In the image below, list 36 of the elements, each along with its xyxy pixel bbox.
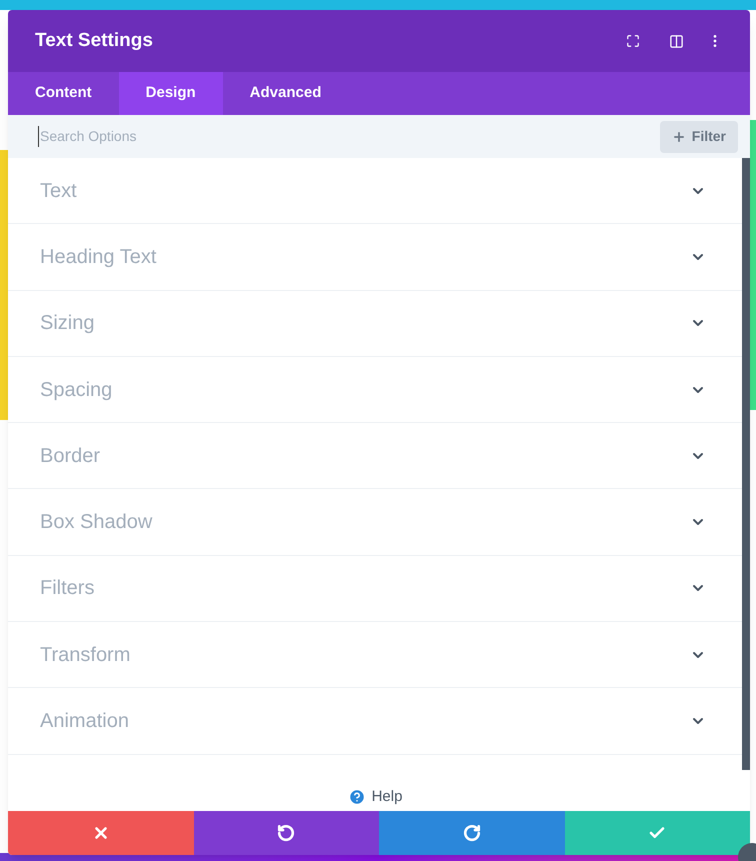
section-header[interactable]: Sizing xyxy=(8,290,742,357)
scrollbar-thumb[interactable] xyxy=(742,158,750,770)
section-header[interactable]: Spacing xyxy=(8,356,742,424)
modal-title: Text Settings xyxy=(35,28,154,53)
section-title: Animation xyxy=(40,709,130,734)
undo-icon xyxy=(277,824,296,842)
section-header[interactable]: Filters xyxy=(8,556,742,622)
tab[interactable]: Advanced xyxy=(222,72,348,115)
section-title: Text xyxy=(40,178,78,204)
undo-button[interactable] xyxy=(194,811,379,855)
discard-button[interactable] xyxy=(8,811,194,855)
section-title: Filters xyxy=(40,576,96,602)
section-title: Transform xyxy=(40,642,132,668)
search-bar[interactable]: Search Options Filter xyxy=(8,115,750,158)
section-header[interactable]: Transform xyxy=(8,622,742,688)
section-header[interactable]: Box Shadow xyxy=(8,489,742,556)
tab[interactable]: Content xyxy=(8,72,119,115)
tab[interactable]: Design xyxy=(118,72,223,115)
filter-button[interactable]: Filter xyxy=(660,120,738,152)
section-title: Box Shadow xyxy=(40,510,154,536)
section-header[interactable]: Animation xyxy=(8,688,742,755)
plus-icon xyxy=(672,130,686,144)
section-header[interactable]: Heading Text xyxy=(8,224,742,291)
split-view-icon[interactable] xyxy=(669,34,684,48)
redo-button[interactable] xyxy=(379,811,564,855)
section-header[interactable]: Border xyxy=(8,423,742,490)
redo-icon xyxy=(462,824,481,842)
section-title: Sizing xyxy=(40,311,96,336)
section-title: Heading Text xyxy=(40,244,158,270)
section-title: Spacing xyxy=(40,378,114,403)
section-header[interactable]: Text xyxy=(8,158,742,224)
section-title: Border xyxy=(40,444,102,469)
help-link[interactable]: Help xyxy=(372,786,402,808)
expand-icon[interactable] xyxy=(626,34,640,48)
help-icon xyxy=(348,788,366,806)
search-field[interactable]: Search Options xyxy=(38,126,660,147)
